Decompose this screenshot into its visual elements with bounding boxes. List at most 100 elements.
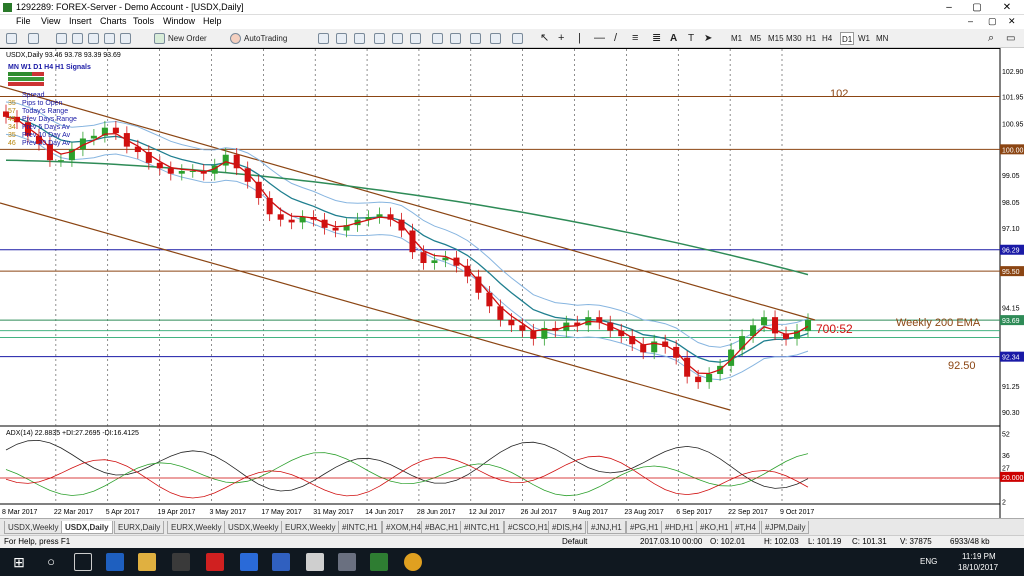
chart-tab[interactable]: #PG,H1 (626, 521, 663, 534)
windows-start-icon[interactable]: ⊞ (10, 553, 28, 571)
store-icon[interactable] (172, 553, 190, 571)
taskbar-date[interactable]: 18/10/2017 (958, 563, 998, 572)
timeframe-m5[interactable]: M5 (750, 32, 761, 45)
text-tool-icon[interactable]: A (670, 32, 677, 45)
chart-tab[interactable]: #HD,H1 (661, 521, 698, 534)
timeframe-h1[interactable]: H1 (806, 32, 816, 45)
timeframe-m1[interactable]: M1 (731, 32, 742, 45)
line-chart-icon[interactable] (354, 33, 365, 44)
child-restore-icon[interactable]: ▢ (988, 16, 997, 27)
trendline-icon[interactable]: / (614, 32, 617, 45)
child-minimize-icon[interactable]: – (968, 16, 973, 26)
notepad-icon[interactable] (306, 553, 324, 571)
search-icon[interactable]: ⌕ (988, 32, 994, 45)
indicators-icon[interactable] (470, 33, 481, 44)
chart-tab[interactable]: USDX,Weekly (4, 521, 63, 534)
adx-header: ADX(14) 22.8835 +DI:27.2695 -DI:16.4125 (6, 430, 139, 437)
timeframe-h4[interactable]: H4 (822, 32, 832, 45)
chart-tab[interactable]: #INTC,H1 (338, 521, 382, 534)
timeframe-mn[interactable]: MN (876, 32, 888, 45)
new-order-button[interactable]: New Order (168, 32, 207, 45)
chart-tab[interactable]: #BAC,H1 (421, 521, 463, 534)
templates-icon[interactable] (512, 33, 523, 44)
crosshair-icon[interactable]: + (558, 32, 564, 45)
channel-icon[interactable]: ≡ (632, 32, 638, 45)
taskbar-time[interactable]: 11:19 PM (962, 552, 996, 561)
child-close-icon[interactable]: ✕ (1008, 16, 1016, 27)
new-chart-icon[interactable] (6, 33, 17, 44)
periods-icon[interactable] (490, 33, 501, 44)
shield-icon[interactable] (272, 553, 290, 571)
candle-body (695, 376, 702, 383)
terminal-icon[interactable] (104, 33, 115, 44)
chart-tab[interactable]: #INTC,H1 (460, 521, 504, 534)
vertical-line-icon[interactable]: | (578, 32, 581, 45)
data-window-icon[interactable] (72, 33, 83, 44)
chart-window[interactable]: 102.90 101.95 100.95 100.00 99.05 98.05 97.10 9… (0, 48, 1024, 518)
task-view-icon[interactable] (74, 553, 92, 571)
menu-help[interactable]: Help (203, 16, 222, 26)
timeframe-m30[interactable]: M30 (786, 32, 802, 45)
chart-shift-icon[interactable] (432, 33, 443, 44)
menu-insert[interactable]: Insert (69, 16, 92, 26)
k-app-icon[interactable] (206, 553, 224, 571)
horizontal-line-icon[interactable]: — (594, 32, 605, 45)
menu-tools[interactable]: Tools (133, 16, 154, 26)
info-row-value: 35 (8, 100, 16, 107)
language-indicator[interactable]: ENG (920, 557, 937, 566)
chart-tab[interactable]: #JNJ,H1 (587, 521, 626, 534)
timeframe-w1[interactable]: W1 (858, 32, 870, 45)
zoom-out-icon[interactable] (392, 33, 403, 44)
navigator-icon[interactable] (88, 33, 99, 44)
menu-charts[interactable]: Charts (100, 16, 127, 26)
chart-tab[interactable]: EURX,Weekly (167, 521, 226, 534)
chart-tab[interactable]: USDX,Weekly (224, 521, 283, 534)
new-order-icon[interactable] (154, 33, 165, 44)
status-open: O: 102.01 (710, 537, 746, 546)
cursor-icon[interactable]: ↖ (540, 32, 549, 45)
chart-tab[interactable]: #CSCO,H1 (504, 521, 553, 534)
price-chart[interactable]: 102.90 101.95 100.95 100.00 99.05 98.05 97.10 9… (0, 48, 1024, 518)
tile-windows-icon[interactable] (410, 33, 421, 44)
text-label-icon[interactable]: T (688, 32, 694, 45)
adx-tick-label: 27 (1002, 465, 1010, 472)
minimize-icon[interactable]: – (934, 0, 964, 15)
search-taskbar-icon[interactable]: ○ (42, 553, 60, 571)
arrows-icon[interactable]: ➤ (704, 32, 712, 45)
timeframe-d1[interactable]: D1 (840, 32, 855, 45)
auto-scroll-icon[interactable] (450, 33, 461, 44)
autotrading-button[interactable]: AutoTrading (244, 32, 287, 45)
info-row-label: Prev 10 Day Av (22, 132, 71, 139)
mt4-taskbar-icon[interactable] (338, 553, 356, 571)
chart-tab[interactable]: #T,H4 (731, 521, 760, 534)
bar-chart-icon[interactable] (318, 33, 329, 44)
timeframe-m15[interactable]: M15 (768, 32, 784, 45)
edge-browser-icon[interactable] (106, 553, 124, 571)
title-bar: 1292289: FOREX-Server - Demo Account - [… (0, 0, 1024, 15)
market-watch-icon[interactable] (56, 33, 67, 44)
chart-tab[interactable]: #KO,H1 (696, 521, 733, 534)
word-icon[interactable] (240, 553, 258, 571)
chart-tab[interactable]: EURX,Weekly (281, 521, 340, 534)
autotrading-icon[interactable] (230, 33, 241, 44)
strategy-tester-icon[interactable] (120, 33, 131, 44)
menu-window[interactable]: Window (163, 16, 195, 26)
chart-tab[interactable]: EURX,Daily (114, 521, 165, 534)
fibonacci-icon[interactable]: ≣ (652, 32, 661, 45)
chart-tab[interactable]: #DIS,H4 (548, 521, 587, 534)
profiles-icon[interactable] (28, 33, 39, 44)
candlesticks-icon[interactable] (336, 33, 347, 44)
file-explorer-icon[interactable] (138, 553, 156, 571)
menu-file[interactable]: File (16, 16, 31, 26)
trading-terminal-icon[interactable] (370, 553, 388, 571)
chart-tab[interactable]: USDX,Daily (61, 521, 113, 534)
maximize-icon[interactable]: ▢ (962, 0, 992, 15)
zoom-in-icon[interactable] (374, 33, 385, 44)
chrome-icon[interactable] (404, 553, 422, 571)
chart-tab[interactable]: #XOM,H4 (382, 521, 426, 534)
menu-view[interactable]: View (41, 16, 60, 26)
chart-tab[interactable]: #JPM,Daily (761, 521, 810, 534)
close-icon[interactable]: ✕ (992, 0, 1022, 15)
toolbar: New Order AutoTrading ↖ + | — / ≡ ≣ A T … (0, 29, 1024, 48)
chat-icon[interactable]: ▭ (1006, 32, 1015, 45)
